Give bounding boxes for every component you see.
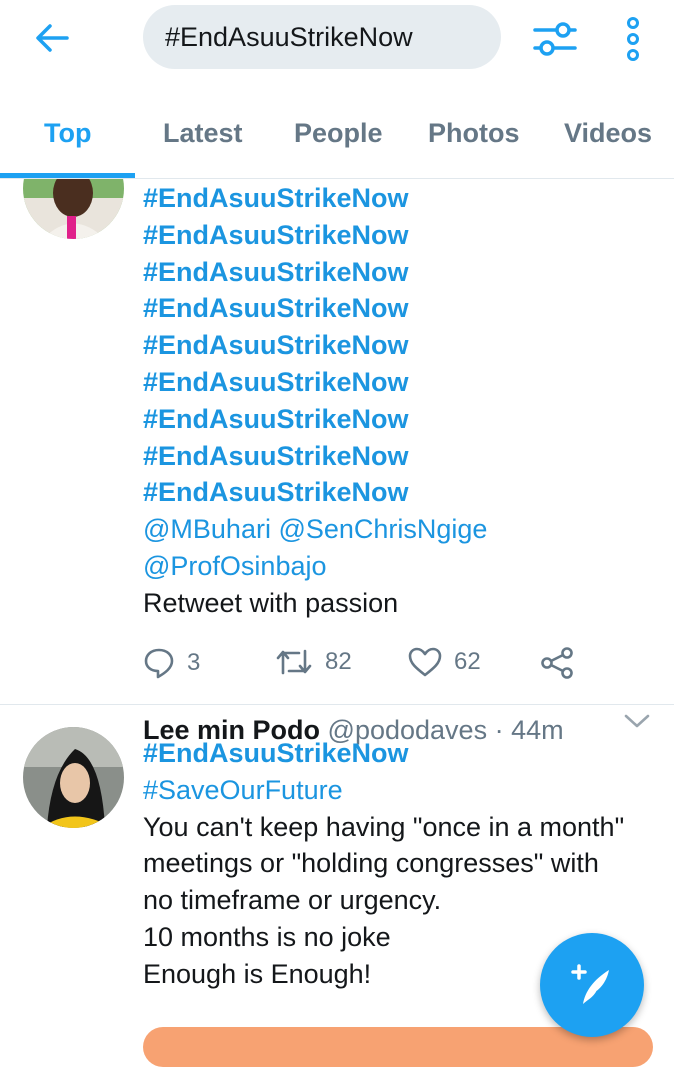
tweet-text: #EndAsuuStrikeNow #EndAsuuStrikeNow #End… [143, 180, 653, 622]
sliders-icon [533, 22, 577, 56]
tweet-text-line: You can't keep having "once in a month" [143, 811, 625, 842]
search-query-text: #EndAsuuStrikeNow [165, 21, 413, 52]
top-app-bar: #EndAsuuStrikeNow Top Latest People Phot… [0, 0, 674, 179]
tab-people[interactable]: People [294, 118, 383, 149]
retweet-icon [276, 649, 312, 675]
arrow-left-icon [36, 24, 69, 52]
hashtag[interactable]: #EndAsuuStrikeNow [143, 364, 653, 401]
chevron-down-icon[interactable] [622, 711, 652, 731]
share-icon [541, 647, 573, 679]
mention-link[interactable]: @ProfOsinbajo [143, 548, 653, 585]
like-count: 62 [454, 648, 481, 675]
back-button[interactable] [30, 18, 74, 58]
more-options-button[interactable] [612, 14, 654, 64]
reply-icon [144, 648, 174, 679]
tweet-text-line: meetings or "holding congresses" with [143, 848, 599, 879]
hashtag[interactable]: #EndAsuuStrikeNow [143, 290, 653, 327]
heart-icon [408, 647, 442, 677]
active-tab-indicator [0, 173, 135, 178]
avatar[interactable] [23, 178, 124, 239]
share-button[interactable] [540, 647, 574, 679]
tweet[interactable]: #EndAsuuStrikeNow #EndAsuuStrikeNow #End… [0, 178, 674, 705]
hashtag[interactable]: #SaveOurFuture [143, 772, 653, 809]
retweet-button[interactable]: 82 [275, 647, 352, 677]
hashtag[interactable]: #EndAsuuStrikeNow [143, 327, 653, 364]
tab-top[interactable]: Top [44, 118, 91, 149]
avatar[interactable] [23, 727, 124, 828]
like-button[interactable]: 62 [408, 647, 481, 677]
hashtag[interactable]: #EndAsuuStrikeNow [143, 438, 653, 475]
reply-count: 3 [187, 649, 201, 676]
hashtag[interactable]: #EndAsuuStrikeNow [143, 254, 653, 291]
reply-button[interactable]: 3 [143, 647, 200, 679]
search-input[interactable]: #EndAsuuStrikeNow [143, 5, 501, 69]
tweet-text-line: no timeframe or urgency. [143, 885, 442, 916]
compose-tweet-button[interactable] [540, 933, 644, 1037]
hashtag[interactable]: #EndAsuuStrikeNow [143, 735, 653, 772]
mention-links[interactable]: @MBuhari @SenChrisNgige [143, 511, 653, 548]
tweet-feed[interactable]: #EndAsuuStrikeNow #EndAsuuStrikeNow #End… [0, 178, 674, 1046]
vertical-dots-icon [627, 17, 639, 61]
compose-tweet-icon [571, 964, 609, 1004]
tab-latest[interactable]: Latest [163, 118, 243, 149]
search-tabs: Top Latest People Photos Videos [0, 100, 674, 179]
hashtag[interactable]: #EndAsuuStrikeNow [143, 474, 653, 511]
tweet-actions: 3 82 62 [143, 647, 653, 683]
search-filter-button[interactable] [530, 16, 580, 62]
hashtag[interactable]: #EndAsuuStrikeNow [143, 217, 653, 254]
retweet-count: 82 [325, 648, 352, 675]
hashtag[interactable]: #EndAsuuStrikeNow [143, 180, 653, 217]
hashtag[interactable]: #EndAsuuStrikeNow [143, 401, 653, 438]
tweet-text-line: Retweet with passion [143, 587, 399, 618]
tab-photos[interactable]: Photos [428, 118, 520, 149]
tab-videos[interactable]: Videos [564, 118, 652, 149]
